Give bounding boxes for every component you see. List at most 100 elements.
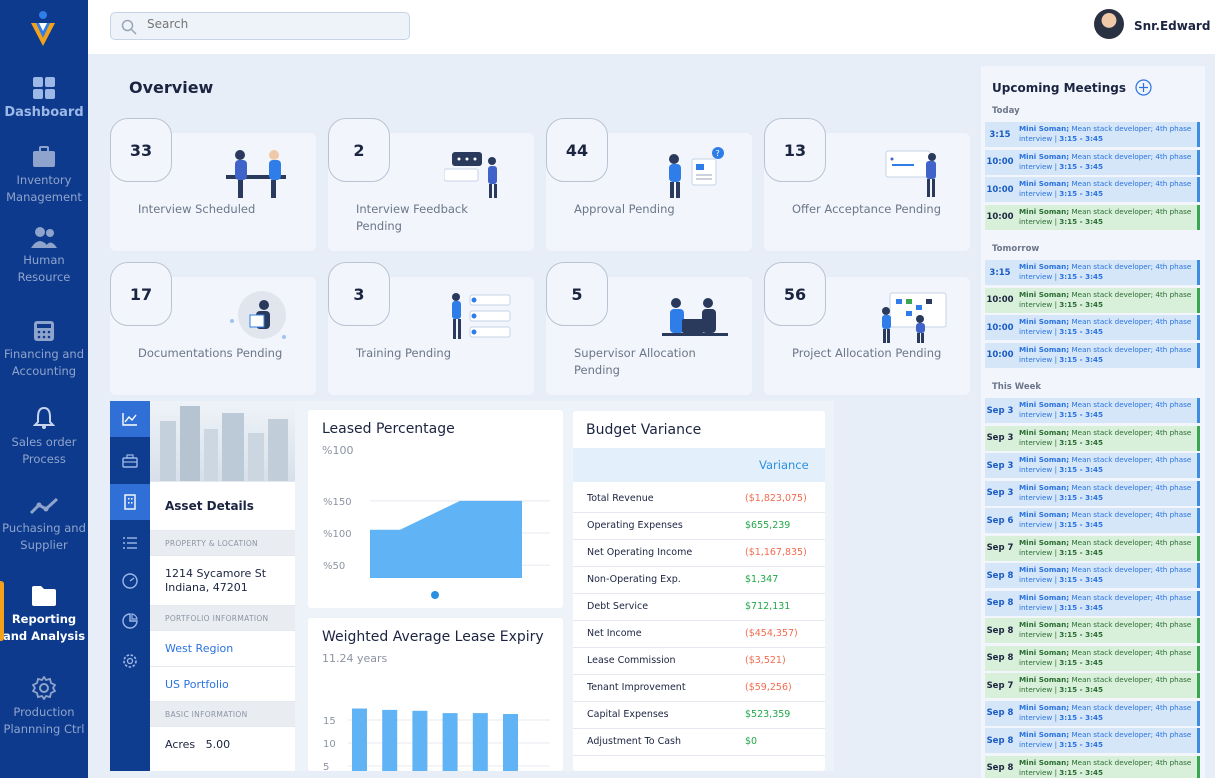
budget-row-label: Net Income xyxy=(573,620,745,648)
sidebar: Dashboard Inventory Management Human Res… xyxy=(0,0,88,778)
meeting-item[interactable]: Sep 8 Mini Soman; Mean stack developer; … xyxy=(985,728,1200,753)
budget-row-value: ($1,167,835) xyxy=(745,539,825,567)
building-tab-icon[interactable] xyxy=(110,484,150,520)
search-input[interactable] xyxy=(147,17,397,31)
meeting-item[interactable]: Sep 8 Mini Soman; Mean stack developer; … xyxy=(985,618,1200,643)
app-logo-icon[interactable] xyxy=(30,10,56,52)
budget-row: Lease Commission ($3,521) xyxy=(573,647,825,675)
meeting-item[interactable]: 3:15 Mini Soman; Mean stack developer; 4… xyxy=(985,122,1200,147)
walt-bar xyxy=(472,713,488,771)
nav-sales-order[interactable]: Sales order Process xyxy=(0,406,88,468)
meeting-time: 10:00 xyxy=(985,149,1015,175)
walt-bar xyxy=(412,710,428,771)
meeting-item[interactable]: Sep 8 Mini Soman; Mean stack developer; … xyxy=(985,700,1200,726)
avatar[interactable] xyxy=(1094,9,1124,39)
meeting-item[interactable]: Sep 7 Mini Soman; Mean stack developer; … xyxy=(985,673,1200,698)
walt-value: 11.24 years xyxy=(322,652,388,665)
nav-inventory[interactable]: Inventory Management xyxy=(0,146,88,206)
nav-dashboard[interactable]: Dashboard xyxy=(0,76,88,121)
add-meeting-icon[interactable] xyxy=(1135,79,1152,96)
meeting-item[interactable]: Sep 8 Mini Soman; Mean stack developer; … xyxy=(985,590,1200,616)
meeting-item[interactable]: Sep 8 Mini Soman; Mean stack developer; … xyxy=(985,755,1200,778)
pie-tab-icon[interactable] xyxy=(110,603,150,639)
kpi-illustration xyxy=(880,147,950,206)
meeting-item[interactable]: 10:00 Mini Soman; Mean stack developer; … xyxy=(985,342,1200,368)
meeting-time: Sep 3 xyxy=(985,425,1015,451)
nav-label: Financing and Accounting xyxy=(4,347,84,378)
budget-row-value: ($3,521) xyxy=(745,647,825,675)
variance-column-header: Variance xyxy=(573,448,825,482)
budget-row-label: Operating Expenses xyxy=(573,512,745,540)
user-name[interactable]: Snr.Edward xyxy=(1134,19,1210,33)
nav-label: Production Plannning Ctrl xyxy=(3,705,85,736)
nav-production[interactable]: Production Plannning Ctrl xyxy=(0,676,88,738)
meeting-item[interactable]: Sep 6 Mini Soman; Mean stack developer; … xyxy=(985,508,1200,533)
kpi-card-count: 5 xyxy=(546,262,608,326)
kpi-card-count: 44 xyxy=(546,118,608,182)
y-tick-label: 10 xyxy=(323,739,336,750)
meeting-item[interactable]: 10:00 Mini Soman; Mean stack developer; … xyxy=(985,315,1200,340)
search-box[interactable] xyxy=(110,12,410,40)
meeting-item[interactable]: Sep 7 Mini Soman; Mean stack developer; … xyxy=(985,535,1200,561)
nav-financing[interactable]: Financing and Accounting xyxy=(0,320,88,380)
meeting-time: Sep 8 xyxy=(985,755,1015,778)
pager-dot[interactable] xyxy=(431,591,439,599)
budget-row-value: $1,347 xyxy=(745,566,825,594)
meeting-item[interactable]: Sep 8 Mini Soman; Mean stack developer; … xyxy=(985,563,1200,588)
nav-purchasing[interactable]: Puchasing and Supplier xyxy=(0,496,88,554)
meeting-item[interactable]: Sep 3 Mini Soman; Mean stack developer; … xyxy=(985,425,1200,451)
region-link[interactable]: West Region xyxy=(150,630,295,666)
meeting-time: Sep 8 xyxy=(985,728,1015,753)
nav-label: Dashboard xyxy=(4,105,84,120)
meeting-description: Mini Soman; Mean stack developer; 4th ph… xyxy=(1015,618,1200,643)
section-property-location: PROPERTY & LOCATION xyxy=(150,530,295,555)
kpi-illustration xyxy=(880,291,950,350)
nav-reporting[interactable]: Reporting and Analysis xyxy=(0,581,88,645)
calculator-icon xyxy=(34,321,54,341)
meeting-description: Mini Soman; Mean stack developer; 4th ph… xyxy=(1015,590,1200,616)
meeting-time: Sep 3 xyxy=(985,480,1015,506)
meeting-description: Mini Soman; Mean stack developer; 4th ph… xyxy=(1015,700,1200,726)
leased-percentage-card: Leased Percentage %100 %150 %100 %50 xyxy=(308,410,563,608)
leased-title: Leased Percentage xyxy=(322,421,455,437)
gauge-tab-icon[interactable] xyxy=(110,563,150,599)
meeting-item[interactable]: 10:00 Mini Soman; Mean stack developer; … xyxy=(985,287,1200,313)
gear-icon xyxy=(32,676,56,700)
nav-label: Puchasing and Supplier xyxy=(2,521,86,552)
nav-human-resource[interactable]: Human Resource xyxy=(0,226,88,286)
walt-bar-chart: 15 10 5 xyxy=(323,708,550,771)
briefcase-tab-icon[interactable] xyxy=(110,443,150,479)
budget-row: Operating Expenses $655,239 xyxy=(573,512,825,540)
list-tab-icon[interactable] xyxy=(110,525,150,561)
budget-row-label: Adjustment To Cash xyxy=(573,728,745,756)
meeting-item[interactable]: 10:00 Mini Soman; Mean stack developer; … xyxy=(985,177,1200,202)
meeting-item[interactable]: Sep 3 Mini Soman; Mean stack developer; … xyxy=(985,480,1200,506)
budget-row-value: ($1,823,075) xyxy=(745,485,825,513)
budget-row-label: Debt Service xyxy=(573,593,745,621)
chart-tab-icon[interactable] xyxy=(110,401,150,437)
section-basic-info: BASIC INFORMATION xyxy=(150,701,295,726)
kpi-card-count: 2 xyxy=(328,118,390,182)
meeting-description: Mini Soman; Mean stack developer; 4th ph… xyxy=(1015,260,1200,285)
settings-tab-icon[interactable] xyxy=(110,643,150,679)
budget-row-value: $0 xyxy=(745,728,825,756)
budget-row-label: Net Operating Income xyxy=(573,539,745,567)
budget-row: Net Operating Income ($1,167,835) xyxy=(573,539,825,567)
budget-row: Net Income ($454,357) xyxy=(573,620,825,648)
y-tick-label: %150 xyxy=(323,497,352,508)
budget-row: Total Revenue ($1,823,075) xyxy=(573,485,825,513)
asset-acres: Acres 5.00 xyxy=(150,726,295,762)
portfolio-link[interactable]: US Portfolio xyxy=(150,666,295,701)
budget-row: Debt Service $712,131 xyxy=(573,593,825,621)
budget-title: Budget Variance xyxy=(586,422,702,438)
meeting-item[interactable]: Sep 8 Mini Soman; Mean stack developer; … xyxy=(985,645,1200,671)
budget-row-label: Tenant Improvement xyxy=(573,674,745,702)
meeting-description: Mini Soman; Mean stack developer; 4th ph… xyxy=(1015,122,1200,147)
meeting-item[interactable]: 10:00 Mini Soman; Mean stack developer; … xyxy=(985,149,1200,175)
meeting-item[interactable]: Sep 3 Mini Soman; Mean stack developer; … xyxy=(985,398,1200,423)
meeting-description: Mini Soman; Mean stack developer; 4th ph… xyxy=(1015,453,1200,478)
meeting-item[interactable]: Sep 3 Mini Soman; Mean stack developer; … xyxy=(985,453,1200,478)
meeting-description: Mini Soman; Mean stack developer; 4th ph… xyxy=(1015,398,1200,423)
meeting-item[interactable]: 3:15 Mini Soman; Mean stack developer; 4… xyxy=(985,260,1200,285)
meeting-item[interactable]: 10:00 Mini Soman; Mean stack developer; … xyxy=(985,204,1200,230)
